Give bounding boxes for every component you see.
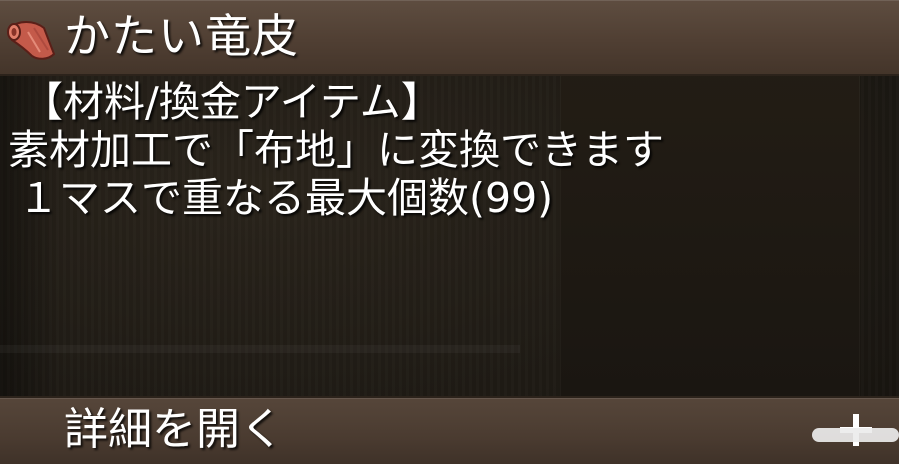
open-details-button[interactable]: 詳細を開く xyxy=(0,396,899,464)
item-tooltip-window: かたい竜皮 【材料/換金アイテム】 素材加工で「布地」に変換できます １マスで重… xyxy=(0,0,899,464)
item-stack-text: １マスで重なる最大個数(99) xyxy=(18,174,554,222)
background-shelf xyxy=(0,345,520,353)
item-category: 【材料/換金アイテム】 xyxy=(22,78,442,126)
item-name: かたい竜皮 xyxy=(64,9,299,63)
open-details-label: 詳細を開く xyxy=(64,404,284,455)
item-description: 【材料/換金アイテム】 素材加工で「布地」に変換できます １マスで重なる最大個数… xyxy=(8,78,664,222)
item-title-bar: かたい竜皮 xyxy=(0,0,899,76)
scroll-indicator[interactable] xyxy=(812,428,899,442)
item-usage-text: 素材加工で「布地」に変換できます xyxy=(8,126,664,174)
rolled-leather-icon xyxy=(4,14,58,64)
